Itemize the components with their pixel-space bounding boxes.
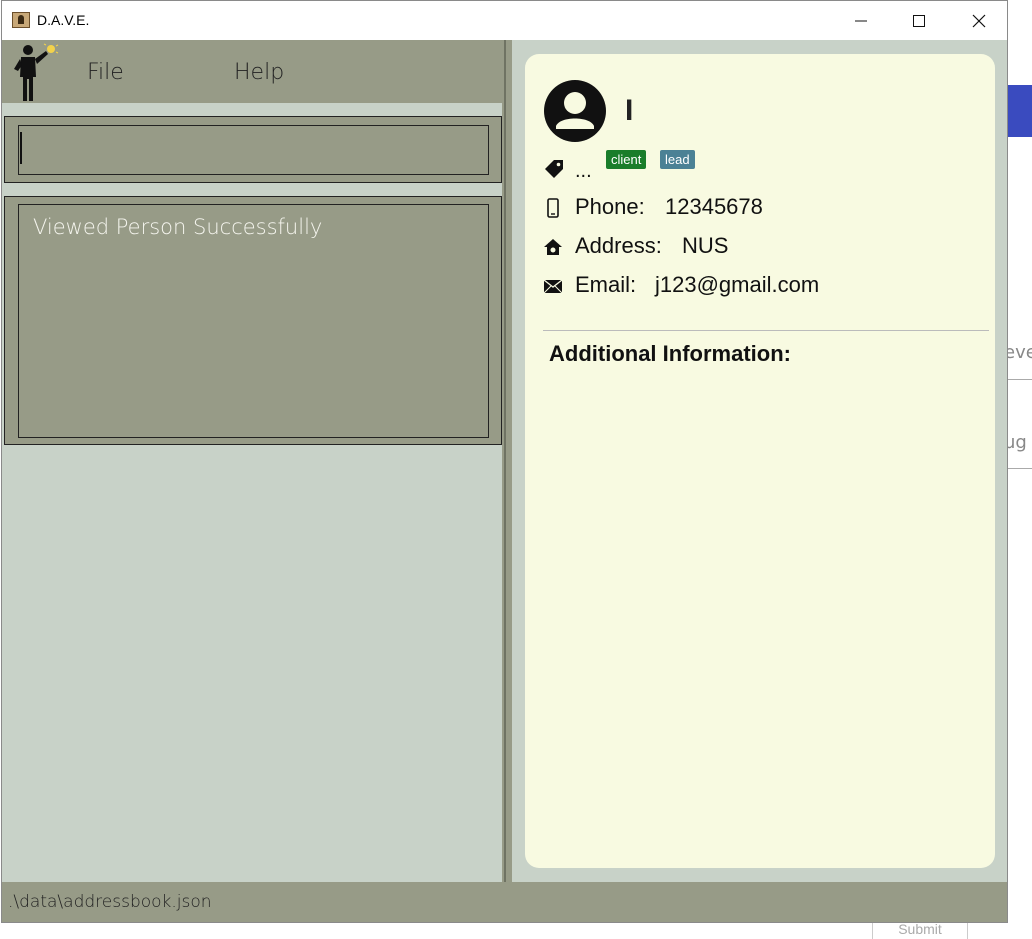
tag-icon (545, 160, 563, 178)
avatar-icon (544, 80, 606, 142)
phone-label: Phone: (575, 194, 645, 219)
email-label: Email: (575, 272, 637, 297)
tag-lead: lead (660, 150, 695, 169)
minimize-icon (855, 20, 867, 21)
background-text: eve (1004, 342, 1032, 363)
app-icon (12, 12, 30, 28)
maximize-button[interactable] (890, 1, 948, 40)
app-window: D.A.V.E. File Help Viewed Person Success… (1, 0, 1008, 923)
dave-logo-icon (14, 43, 59, 101)
close-icon (972, 14, 986, 27)
text-caret (20, 132, 22, 164)
status-bar: .\data\addressbook.json (2, 882, 1007, 922)
additional-info-heading: Additional Information: (549, 341, 791, 366)
person-card: I ... client lead Phone: 12345678 Addres… (525, 54, 995, 868)
background-window-strip (1008, 85, 1032, 137)
section-divider (543, 330, 989, 331)
background-divider (1008, 468, 1032, 469)
title-bar: D.A.V.E. (2, 1, 1007, 40)
split-pane-divider[interactable] (502, 40, 512, 882)
minimize-button[interactable] (832, 1, 890, 40)
background-divider (1008, 379, 1032, 380)
result-message: Viewed Person Successfully (33, 215, 323, 239)
address-value: NUS (682, 233, 729, 258)
home-icon (544, 239, 562, 255)
phone-icon (547, 198, 559, 218)
tag-client: client (606, 150, 647, 169)
save-location: .\data\addressbook.json (8, 892, 212, 912)
menu-help[interactable]: Help (234, 60, 284, 85)
email-value: j123@gmail.com (655, 272, 820, 297)
maximize-icon (913, 14, 925, 27)
command-box (4, 116, 502, 183)
window-title: D.A.V.E. (37, 12, 90, 28)
tags-overflow: ... (575, 160, 592, 182)
result-display: Viewed Person Successfully (4, 196, 502, 445)
email-icon (543, 279, 563, 294)
command-input[interactable] (18, 125, 489, 175)
person-detail-panel: I ... client lead Phone: 12345678 Addres… (512, 40, 1007, 882)
menu-file[interactable]: File (87, 60, 124, 85)
close-button[interactable] (950, 1, 1007, 40)
address-label: Address: (575, 233, 662, 258)
result-text-area[interactable]: Viewed Person Successfully (18, 204, 489, 438)
person-name: I (625, 94, 634, 127)
phone-value: 12345678 (665, 194, 763, 219)
